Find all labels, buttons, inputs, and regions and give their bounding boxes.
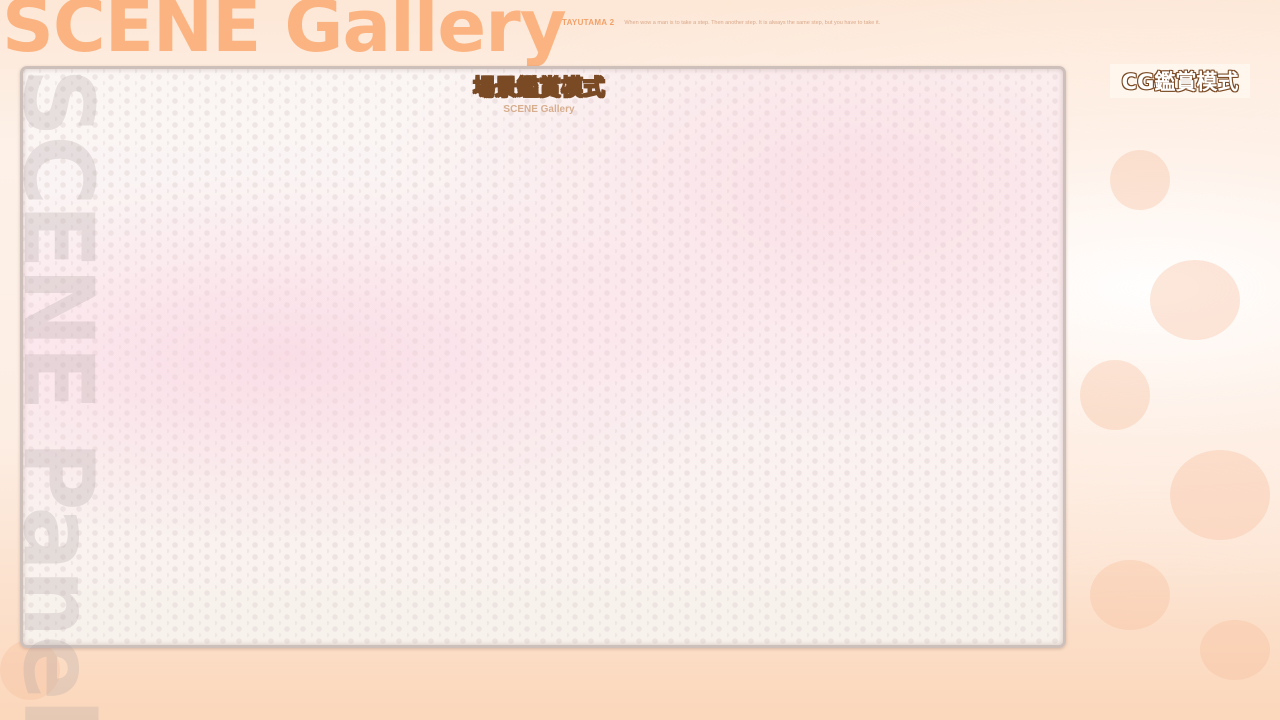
blossom-decoration: [1080, 360, 1150, 430]
blossom-decoration: [1090, 560, 1170, 630]
header-tagline: TAYUTAMA 2 When wow a man is to take a s…: [562, 18, 880, 27]
panel-vertical-title: SCENE Panel: [2, 68, 114, 720]
scene-panel: [20, 66, 1066, 648]
cg-gallery-button-label: CG鑑賞模式: [1121, 70, 1239, 94]
tagline-text: When wow a man is to take a step. Then a…: [624, 19, 881, 26]
page-title: SCENE Gallery: [2, 0, 567, 68]
panel-heading-en: SCENE Gallery: [503, 104, 575, 115]
panel-heading-cn: 場景鑑賞模式: [472, 76, 605, 102]
blossom-decoration: [1200, 620, 1270, 680]
brand-label: TAYUTAMA 2: [562, 18, 615, 27]
panel-heading: 場景鑑賞模式 SCENE Gallery: [464, 74, 614, 116]
blossom-decoration: [1110, 150, 1170, 210]
blossom-decoration: [1150, 260, 1240, 340]
cg-gallery-button[interactable]: CG鑑賞模式: [1110, 64, 1250, 98]
blossom-decoration: [1170, 450, 1270, 540]
